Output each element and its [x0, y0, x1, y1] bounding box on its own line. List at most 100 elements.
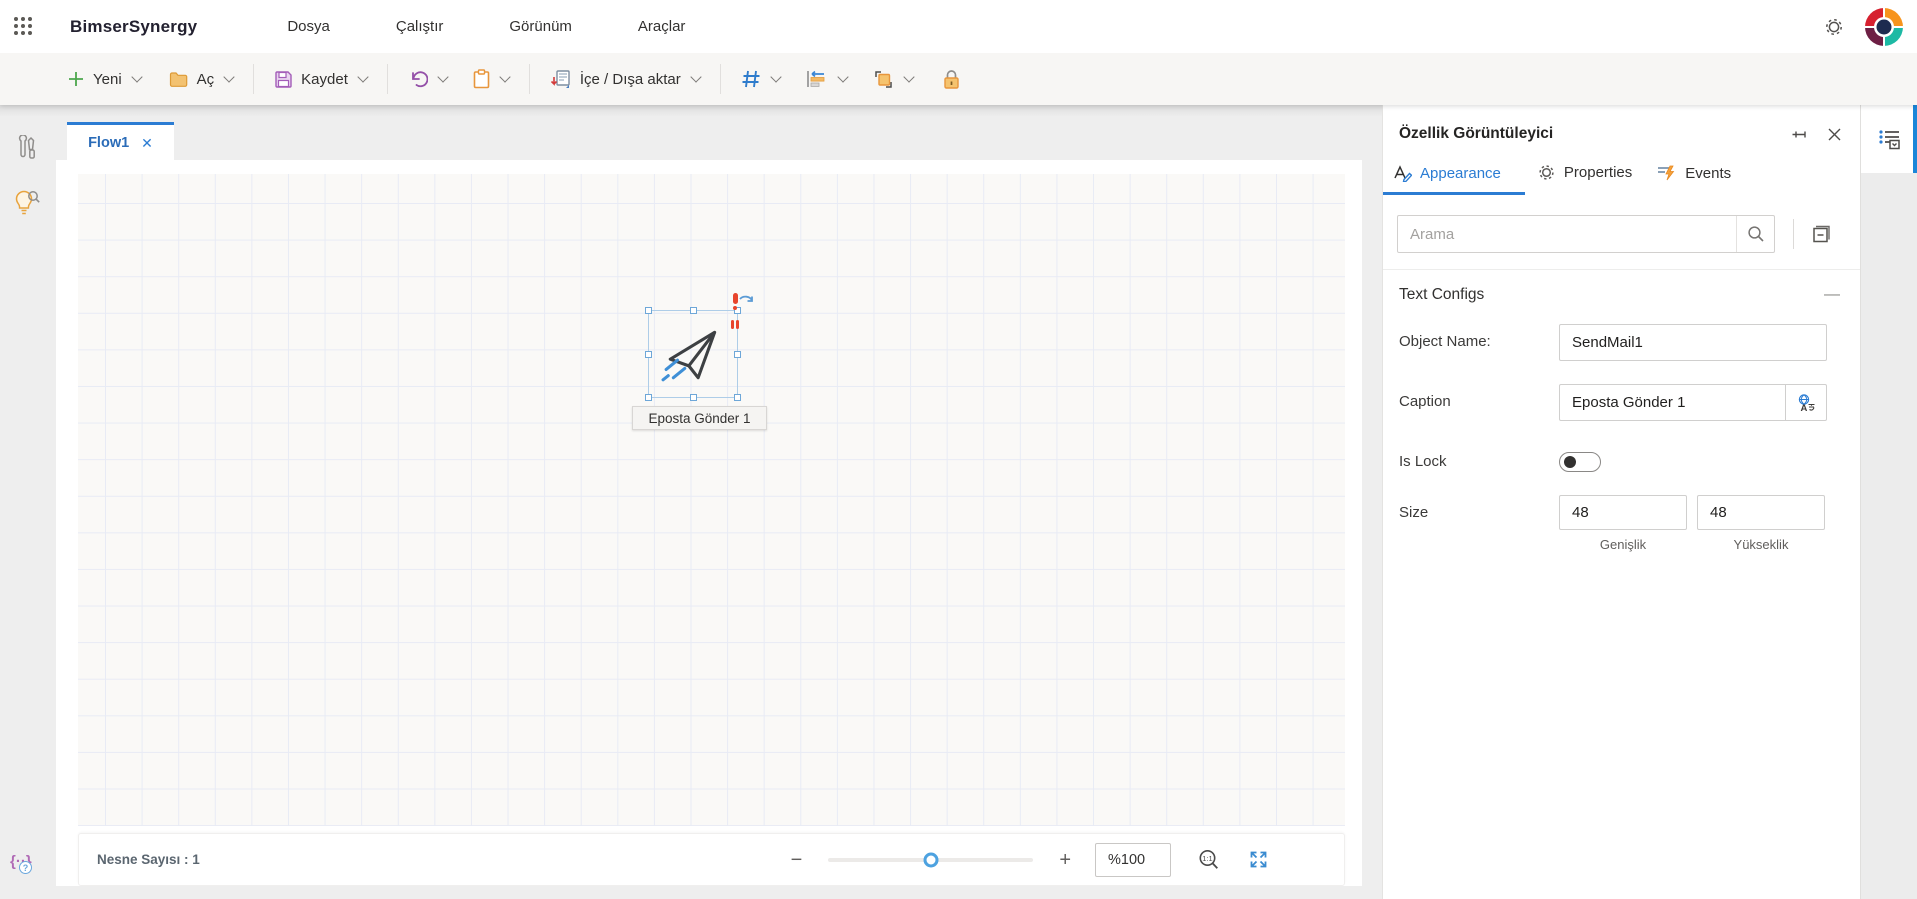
width-input[interactable]	[1559, 495, 1687, 530]
zoom-percent-value[interactable]: %100	[1095, 842, 1171, 877]
zoom-actual-size-icon[interactable]: 1:1	[1197, 848, 1221, 872]
undo-button[interactable]	[408, 69, 449, 89]
menu-calistir[interactable]: Çalıştır	[396, 18, 444, 35]
clipboard-icon	[473, 69, 490, 89]
caption-input[interactable]	[1560, 385, 1785, 420]
status-bar: Nesne Sayısı : 1 − + %100 1:1	[78, 833, 1345, 886]
toolbox-icon[interactable]	[14, 134, 40, 168]
open-label: Aç	[196, 70, 215, 88]
folder-icon	[169, 71, 189, 88]
search-input[interactable]	[1398, 216, 1736, 252]
toolbar-shadow	[0, 105, 1382, 117]
group-icon	[873, 69, 894, 90]
translate-globe-icon[interactable]: A	[1785, 385, 1826, 420]
panel-tab-bar: Appearance Properties Events	[1383, 163, 1860, 195]
section-text-configs[interactable]: Text Configs —	[1383, 270, 1860, 324]
resize-handle-nw[interactable]	[645, 307, 652, 314]
size-label: Size	[1399, 504, 1429, 521]
tab-flow1[interactable]: Flow1 ✕	[67, 122, 174, 160]
width-sublabel: Genişlik	[1599, 537, 1647, 552]
save-label: Kaydet	[301, 70, 348, 88]
sendmail-paperplane-icon	[661, 319, 727, 394]
discover-bulb-icon[interactable]	[14, 189, 41, 224]
property-list-panel-toggle[interactable]	[1861, 105, 1917, 173]
flow-canvas[interactable]: Eposta Gönder 1	[78, 174, 1345, 826]
tab-events[interactable]: Events	[1644, 164, 1743, 195]
selected-node-sendmail[interactable]	[645, 293, 753, 401]
toolbar-separator	[253, 64, 255, 94]
is-lock-toggle[interactable]	[1559, 452, 1601, 472]
tab-appearance[interactable]: Appearance	[1383, 164, 1525, 195]
paste-button[interactable]	[473, 69, 511, 89]
vertical-divider	[1793, 219, 1794, 249]
collapse-all-icon[interactable]	[1811, 223, 1833, 245]
rotate-arrow-icon[interactable]	[737, 292, 759, 317]
open-button[interactable]: Aç	[169, 70, 235, 88]
svg-text:A: A	[1801, 403, 1808, 413]
zoom-in-button[interactable]: +	[1059, 850, 1071, 870]
brand-title: BimserSynergy	[70, 16, 198, 36]
chevron-down-icon	[770, 70, 782, 83]
script-help-icon[interactable]: {··}?	[10, 853, 32, 874]
caption-label: Caption	[1399, 393, 1451, 410]
floppy-icon	[274, 70, 293, 89]
group-button[interactable]	[873, 69, 915, 90]
field-caption: Caption A	[1383, 384, 1860, 421]
close-panel-icon[interactable]	[1827, 127, 1842, 142]
search-icon[interactable]	[1736, 216, 1774, 252]
height-input[interactable]	[1697, 495, 1825, 530]
import-export-label: İçe / Dışa aktar	[579, 70, 681, 88]
chevron-down-icon	[690, 70, 702, 83]
menu-araclar[interactable]: Araçlar	[638, 18, 686, 35]
property-viewer-panel: Özellik Görüntüleyici Appearance Propert…	[1382, 105, 1860, 899]
tab-properties[interactable]: Properties	[1525, 163, 1644, 195]
zoom-slider[interactable]	[828, 852, 1034, 867]
top-bar: BimserSynergy Dosya Çalıştır Görünüm Ara…	[0, 0, 1917, 53]
pin-icon[interactable]	[1788, 126, 1807, 143]
menu-bar: Dosya Çalıştır Görünüm Araçlar	[287, 18, 685, 35]
resize-handle-s[interactable]	[690, 394, 697, 401]
tab-events-label: Events	[1685, 164, 1732, 182]
resize-handle-w[interactable]	[645, 351, 652, 358]
fit-to-screen-icon[interactable]	[1247, 848, 1270, 871]
user-avatar[interactable]	[1865, 7, 1903, 46]
tab-close-icon[interactable]: ✕	[141, 136, 153, 150]
new-button[interactable]: Yeni	[67, 70, 143, 88]
settings-gear-icon[interactable]	[1823, 16, 1845, 38]
lock-button[interactable]	[943, 69, 960, 90]
align-left-icon	[806, 69, 828, 89]
resize-handle-se[interactable]	[734, 394, 741, 401]
save-button[interactable]: Kaydet	[274, 70, 369, 89]
menu-dosya[interactable]: Dosya	[287, 18, 330, 35]
chevron-down-icon	[903, 70, 915, 83]
align-button[interactable]	[806, 69, 849, 89]
appearance-icon	[1393, 164, 1412, 182]
toolbar-separator	[719, 64, 721, 94]
panel-title: Özellik Görüntüleyici	[1399, 125, 1554, 142]
field-is-lock: Is Lock	[1383, 444, 1860, 472]
property-list-icon	[1877, 126, 1903, 152]
right-rail	[1860, 105, 1917, 899]
section-collapse-icon[interactable]: —	[1824, 287, 1840, 303]
import-export-button[interactable]: İçe / Dışa aktar	[550, 69, 702, 89]
object-count: Nesne Sayısı : 1	[97, 852, 200, 867]
height-sublabel: Yükseklik	[1733, 537, 1789, 552]
left-rail: {··}?	[0, 105, 56, 899]
svg-text:1:1: 1:1	[1202, 854, 1212, 863]
undo-icon	[408, 69, 428, 89]
chevron-down-icon	[837, 70, 849, 83]
resize-handle-sw[interactable]	[645, 394, 652, 401]
app-launcher-icon[interactable]	[14, 16, 34, 37]
tab-properties-label: Properties	[1563, 164, 1633, 181]
resize-handle-n[interactable]	[690, 307, 697, 314]
grid-icon	[741, 69, 761, 89]
section-title: Text Configs	[1399, 286, 1485, 303]
question-mark-icon: ?	[19, 861, 32, 874]
grid-toggle-button[interactable]	[741, 69, 782, 89]
zoom-out-button[interactable]: −	[791, 850, 803, 870]
resize-handle-e[interactable]	[734, 351, 741, 358]
object-name-input[interactable]	[1559, 324, 1827, 361]
menu-gorunum[interactable]: Görünüm	[509, 18, 572, 35]
chevron-down-icon	[357, 70, 369, 83]
zoom-slider-knob[interactable]	[923, 852, 939, 867]
